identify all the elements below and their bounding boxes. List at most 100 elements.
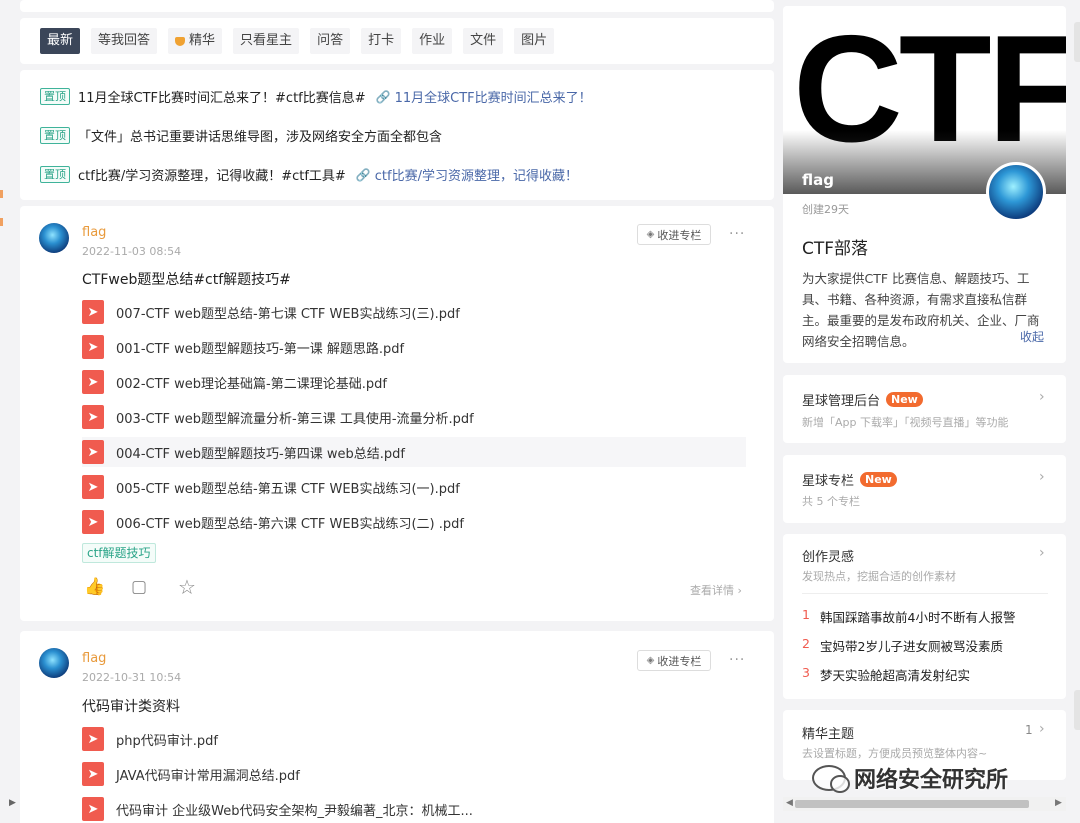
hot-topic-item[interactable]: 3 梦天实验舱超高清发射纪实 (802, 665, 970, 684)
star-icon[interactable]: ☆ (178, 575, 196, 599)
pdf-icon: ➤ (82, 335, 104, 359)
pinned-text[interactable]: ctf比赛/学习资源整理，记得收藏！#ctf工具# (78, 165, 346, 184)
file-item[interactable]: ➤ 006-CTF web题型总结-第六课 CTF WEB实战练习(二) .pdf (82, 507, 746, 537)
collect-to-column-button[interactable]: ◈ 收进专栏 (637, 650, 711, 671)
inspiration-title[interactable]: 创作灵感 (802, 546, 854, 565)
pinned-list: 置顶 11月全球CTF比赛时间汇总来了！#ctf比赛信息# 🔗 11月全球CTF比… (20, 70, 774, 200)
side-panel-handle[interactable] (1074, 22, 1080, 62)
scroll-right-icon[interactable]: ▶ (9, 798, 16, 808)
file-name: 007-CTF web题型总结-第七课 CTF WEB实战练习(三).pdf (116, 306, 460, 322)
side-panel-handle[interactable] (1074, 690, 1080, 730)
essence-count: 1 (1025, 723, 1033, 737)
tab-latest[interactable]: 最新 (40, 28, 81, 54)
post-time: 2022-11-03 08:54 (82, 245, 182, 258)
more-icon[interactable]: ··· (729, 226, 745, 242)
hot-topic-text: 梦天实验舱超高清发射纪实 (820, 668, 971, 683)
admin-panel-card[interactable]: 星球管理后台 New 新增「App 下载率」「视频号直播」等功能 › (783, 375, 1066, 443)
watermark: 网络安全研究所 (812, 762, 1008, 794)
pinned-text[interactable]: 11月全球CTF比赛时间汇总来了！#ctf比赛信息# (78, 87, 366, 106)
tab-essence[interactable]: 精华 (168, 28, 223, 54)
owner-avatar[interactable] (986, 162, 1046, 222)
file-item[interactable]: ➤ 004-CTF web题型解题技巧-第四课 web总结.pdf (82, 437, 746, 467)
post-card: flag 2022-11-03 08:54 ◈ 收进专栏 ··· CTFweb题型… (20, 206, 774, 621)
divider (802, 593, 1048, 594)
folder-icon: ◈ (646, 229, 655, 240)
file-name: 005-CTF web题型总结-第五课 CTF WEB实战练习(一).pdf (116, 481, 460, 497)
pinned-badge: 置顶 (40, 166, 70, 183)
tab-files[interactable]: 文件 (463, 28, 504, 54)
admin-title: 星球管理后台 New (802, 390, 923, 409)
pinned-link[interactable]: 🔗 ctf比赛/学习资源整理，记得收藏！ (356, 165, 578, 185)
columns-title-text: 星球专栏 (802, 474, 855, 489)
pdf-icon: ➤ (82, 762, 104, 786)
file-item[interactable]: ➤ 005-CTF web题型总结-第五课 CTF WEB实战练习(一).pdf (82, 472, 746, 502)
watermark-text: 网络安全研究所 (854, 768, 1009, 793)
pdf-icon: ➤ (82, 510, 104, 534)
scroll-right-icon[interactable]: ▶ (1055, 798, 1062, 808)
hot-topic-item[interactable]: 1 韩国踩踏事故前4小时不断有人报警 (802, 607, 1015, 626)
file-item[interactable]: ➤ 002-CTF web理论基础篇-第二课理论基础.pdf (82, 367, 746, 397)
scroll-left-icon[interactable]: ◀ (786, 798, 793, 808)
pinned-badge: 置顶 (40, 88, 70, 105)
file-item[interactable]: ➤ JAVA代码审计常用漏洞总结.pdf (82, 759, 746, 789)
post-title: 代码审计类资料 (82, 699, 180, 715)
file-item[interactable]: ➤ 007-CTF web题型总结-第七课 CTF WEB实战练习(三).pdf (82, 297, 746, 327)
post-time: 2022-10-31 10:54 (82, 671, 182, 684)
more-icon[interactable]: ··· (729, 652, 745, 668)
essence-subtitle: 去设置标题，方便成员预览整体内容~ (802, 747, 988, 760)
chevron-right-icon: › (1039, 721, 1045, 737)
columns-card[interactable]: 星球专栏 New 共 5 个专栏 › (783, 455, 1066, 523)
chevron-right-icon[interactable]: › (1039, 545, 1045, 561)
pdf-icon: ➤ (82, 727, 104, 751)
scrollbar-thumb[interactable] (795, 800, 1029, 808)
pdf-icon: ➤ (82, 440, 104, 464)
tab-essence-label: 精华 (189, 33, 216, 48)
file-item[interactable]: ➤ 代码审计 企业级Web代码安全架构_尹毅编著_北京：机械工... (82, 794, 746, 823)
hot-topic-item[interactable]: 2 宝妈带2岁儿子进女厕被骂没素质 (802, 636, 1003, 655)
file-name: 002-CTF web理论基础篇-第二课理论基础.pdf (116, 376, 387, 392)
pinned-item[interactable]: 置顶 「文件」总书记重要讲话思维导图，涉及网络安全方面全都包含 (40, 126, 442, 145)
file-item[interactable]: ➤ 003-CTF web题型解流量分析-第三课 工具使用-流量分析.pdf (82, 402, 746, 432)
see-detail-link[interactable]: 查看详情 › (690, 582, 742, 598)
comment-icon[interactable]: ▢ (131, 577, 147, 597)
columns-title: 星球专栏 New (802, 470, 897, 489)
collect-label: 收进专栏 (657, 228, 702, 242)
pinned-text[interactable]: 「文件」总书记重要讲话思维导图，涉及网络安全方面全都包含 (78, 126, 442, 145)
topic-tag[interactable]: ctf解题技巧 (82, 543, 156, 563)
hot-rank: 3 (802, 665, 810, 680)
top-strip (20, 0, 774, 12)
chevron-right-icon: › (1039, 469, 1045, 485)
tab-images[interactable]: 图片 (514, 28, 555, 54)
pdf-icon: ➤ (82, 370, 104, 394)
link-icon: 🔗 (375, 89, 391, 104)
collapse-link[interactable]: 收起 (1020, 328, 1044, 345)
post-author[interactable]: flag (82, 651, 106, 666)
edge-marker (0, 190, 3, 198)
gem-icon (175, 36, 186, 46)
pinned-link[interactable]: 🔗 11月全球CTF比赛时间汇总来了！ (375, 87, 592, 107)
file-item[interactable]: ➤ 001-CTF web题型解题技巧-第一课 解题思路.pdf (82, 332, 746, 362)
avatar[interactable] (39, 648, 69, 678)
wechat-icon (812, 765, 850, 793)
file-name: 003-CTF web题型解流量分析-第三课 工具使用-流量分析.pdf (116, 411, 474, 427)
tab-waiting-answer[interactable]: 等我回答 (91, 28, 158, 54)
hot-topic-text: 宝妈带2岁儿子进女厕被骂没素质 (820, 639, 1003, 654)
like-icon[interactable]: 👍 (84, 577, 105, 597)
horizontal-scrollbar[interactable]: ◀ ▶ (783, 797, 1066, 811)
post-author[interactable]: flag (82, 225, 106, 240)
folder-icon: ◈ (646, 655, 655, 666)
tab-homework[interactable]: 作业 (412, 28, 453, 54)
pdf-icon: ➤ (82, 797, 104, 821)
pinned-item[interactable]: 置顶 11月全球CTF比赛时间汇总来了！#ctf比赛信息# 🔗 11月全球CTF比… (40, 87, 592, 106)
file-name: 代码审计 企业级Web代码安全架构_尹毅编著_北京：机械工... (116, 803, 473, 819)
pinned-link-text: ctf比赛/学习资源整理，记得收藏！ (374, 169, 578, 184)
file-item[interactable]: ➤ php代码审计.pdf (82, 724, 746, 754)
pinned-link-text: 11月全球CTF比赛时间汇总来了！ (394, 91, 592, 106)
tab-owner-only[interactable]: 只看星主 (233, 28, 300, 54)
feed-column: 最新 等我回答 精华 只看星主 问答 打卡 作业 文件 图片 置顶 11月全球C… (20, 0, 774, 823)
avatar[interactable] (39, 223, 69, 253)
pinned-item[interactable]: 置顶 ctf比赛/学习资源整理，记得收藏！#ctf工具# 🔗 ctf比赛/学习资源… (40, 165, 578, 184)
tab-qa[interactable]: 问答 (310, 28, 351, 54)
tab-checkin[interactable]: 打卡 (361, 28, 402, 54)
collect-to-column-button[interactable]: ◈ 收进专栏 (637, 224, 711, 245)
